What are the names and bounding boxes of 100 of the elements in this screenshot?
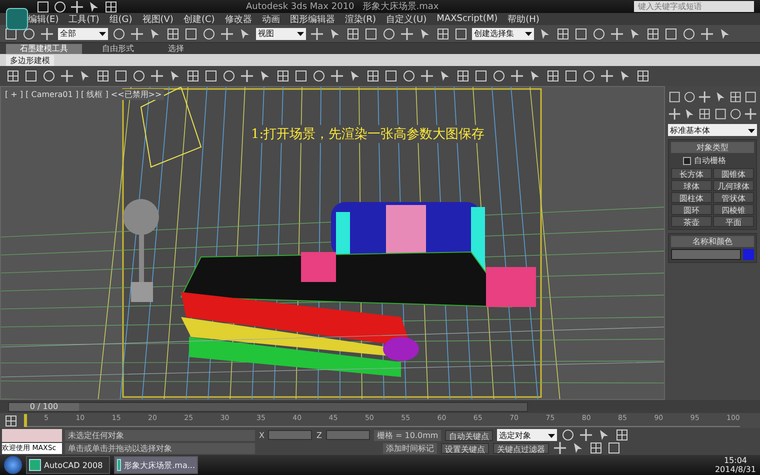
selection-filter-dropdown[interactable]: 全部 [58,28,108,40]
grid-icon[interactable] [346,26,360,40]
grid-icon[interactable] [646,26,660,40]
primitive-button[interactable]: 茶壶 [671,216,712,227]
primitive-button[interactable]: 球体 [671,180,712,191]
square-icon[interactable] [664,26,678,40]
search-field[interactable]: 键入关键字或短语 [634,1,754,12]
menu-item[interactable]: MAXScript(M) [436,14,498,24]
move-icon[interactable] [510,69,524,83]
viewport-label[interactable]: [ + ] [ Camera01 ] [ 线框 ] <<已禁用>> [3,89,164,100]
grid-icon[interactable] [456,69,470,83]
square-icon[interactable] [564,69,578,83]
taskbar-button[interactable]: 形象大床场景.ma... [114,456,198,474]
camera-viewport[interactable]: [ + ] [ Camera01 ] [ 线框 ] <<已禁用>> 1:打开场景，先渲染一张高参数大图保存 [0,86,665,400]
circle-icon[interactable] [561,428,576,442]
panel-title[interactable]: 多边形建模 [6,54,54,66]
menu-item[interactable]: 自定义(U) [386,12,427,26]
move-icon[interactable] [310,26,324,40]
circle-icon[interactable] [382,26,396,40]
ribbon-tab[interactable]: 选择 [154,44,198,54]
square-icon[interactable] [294,69,308,83]
circle-icon[interactable] [222,69,236,83]
key-mode-dropdown[interactable]: 选定对象 [497,429,558,441]
set-key-button[interactable]: 设置关键点 [441,442,489,454]
grid-icon[interactable] [728,90,742,104]
square-icon[interactable] [574,26,588,40]
frame-counter[interactable]: 0 / 100 [9,402,79,410]
grid-icon[interactable] [589,441,603,455]
time-tag-label[interactable]: 添加时间标记 [383,442,437,454]
menu-item[interactable]: 动画 [262,12,280,26]
menu-item[interactable]: 创建(C) [183,12,215,26]
circle-icon[interactable] [683,90,696,104]
primitive-button[interactable]: 圆环 [671,204,712,215]
circle-icon[interactable] [682,26,696,40]
category-dropdown[interactable]: 标准基本体 [668,124,757,136]
color-swatch[interactable] [743,249,754,260]
primitive-button[interactable]: 长方体 [671,168,712,179]
caret-icon[interactable] [297,30,304,37]
square-icon[interactable] [607,441,621,455]
time-marker[interactable] [24,414,27,427]
circle-icon[interactable] [202,26,216,40]
grid-icon[interactable] [4,414,18,428]
rollout-title[interactable]: 名称和颜色 [671,236,754,247]
ribbon-tab[interactable]: 自由形式 [88,44,148,54]
coord-field[interactable] [268,430,312,440]
move-icon[interactable] [130,26,144,40]
menu-item[interactable]: 工具(T) [68,12,100,26]
move-icon[interactable] [553,441,567,455]
ribbon-tab[interactable]: 石墨建模工具 [6,44,82,54]
grid-icon[interactable] [366,69,380,83]
circle-icon[interactable] [592,26,606,40]
move-icon[interactable] [698,90,712,104]
selection-set-dropdown[interactable]: 创建选择集 [472,28,534,40]
grid-icon[interactable] [698,107,712,121]
coordinate-dropdown[interactable]: 视图 [256,28,306,40]
primitive-button[interactable]: 平面 [713,216,754,227]
grid-icon[interactable] [436,26,450,40]
square-icon[interactable] [24,69,38,83]
move-icon[interactable] [330,69,344,83]
circle-icon[interactable] [492,69,506,83]
grid-icon[interactable] [615,428,630,442]
menu-item[interactable]: 渲染(R) [344,12,376,26]
circle-icon[interactable] [112,26,126,40]
grid-icon[interactable] [186,69,200,83]
grid-icon[interactable] [556,26,570,40]
circle-icon[interactable] [728,107,742,121]
move-icon[interactable] [70,0,84,14]
start-button[interactable] [4,456,22,474]
circle-icon[interactable] [402,69,416,83]
grid-icon[interactable] [276,69,290,83]
move-icon[interactable] [744,107,758,121]
app-logo-icon[interactable] [6,8,28,30]
square-icon[interactable] [184,26,198,40]
menu-item[interactable]: 组(G) [109,12,132,26]
grid-icon[interactable] [636,69,650,83]
square-icon[interactable] [714,107,727,121]
menu-item[interactable]: 帮助(H) [508,12,540,26]
taskbar-button[interactable]: AutoCAD 2008 [26,456,110,474]
circle-icon[interactable] [312,69,326,83]
circle-icon[interactable] [53,0,67,14]
menu-item[interactable]: 编辑(E) [28,12,59,26]
move-icon[interactable] [60,69,74,83]
circle-icon[interactable] [42,69,56,83]
primitive-button[interactable]: 圆柱体 [671,192,712,203]
move-icon[interactable] [700,26,714,40]
circle-icon[interactable] [582,69,596,83]
script-listener-field[interactable] [2,429,62,442]
move-icon[interactable] [220,26,234,40]
auto-key-button[interactable]: 自动关键点 [445,430,494,440]
move-icon[interactable] [600,69,614,83]
grid-icon[interactable] [546,69,560,83]
move-icon[interactable] [150,69,164,83]
square-icon[interactable] [204,69,218,83]
grid-icon[interactable] [96,69,110,83]
square-icon[interactable] [668,90,682,104]
grid-icon[interactable] [166,26,180,40]
menu-item[interactable]: 图形编辑器 [290,12,335,26]
caret-icon[interactable] [99,30,106,37]
move-icon[interactable] [400,26,414,40]
move-icon[interactable] [610,26,624,40]
